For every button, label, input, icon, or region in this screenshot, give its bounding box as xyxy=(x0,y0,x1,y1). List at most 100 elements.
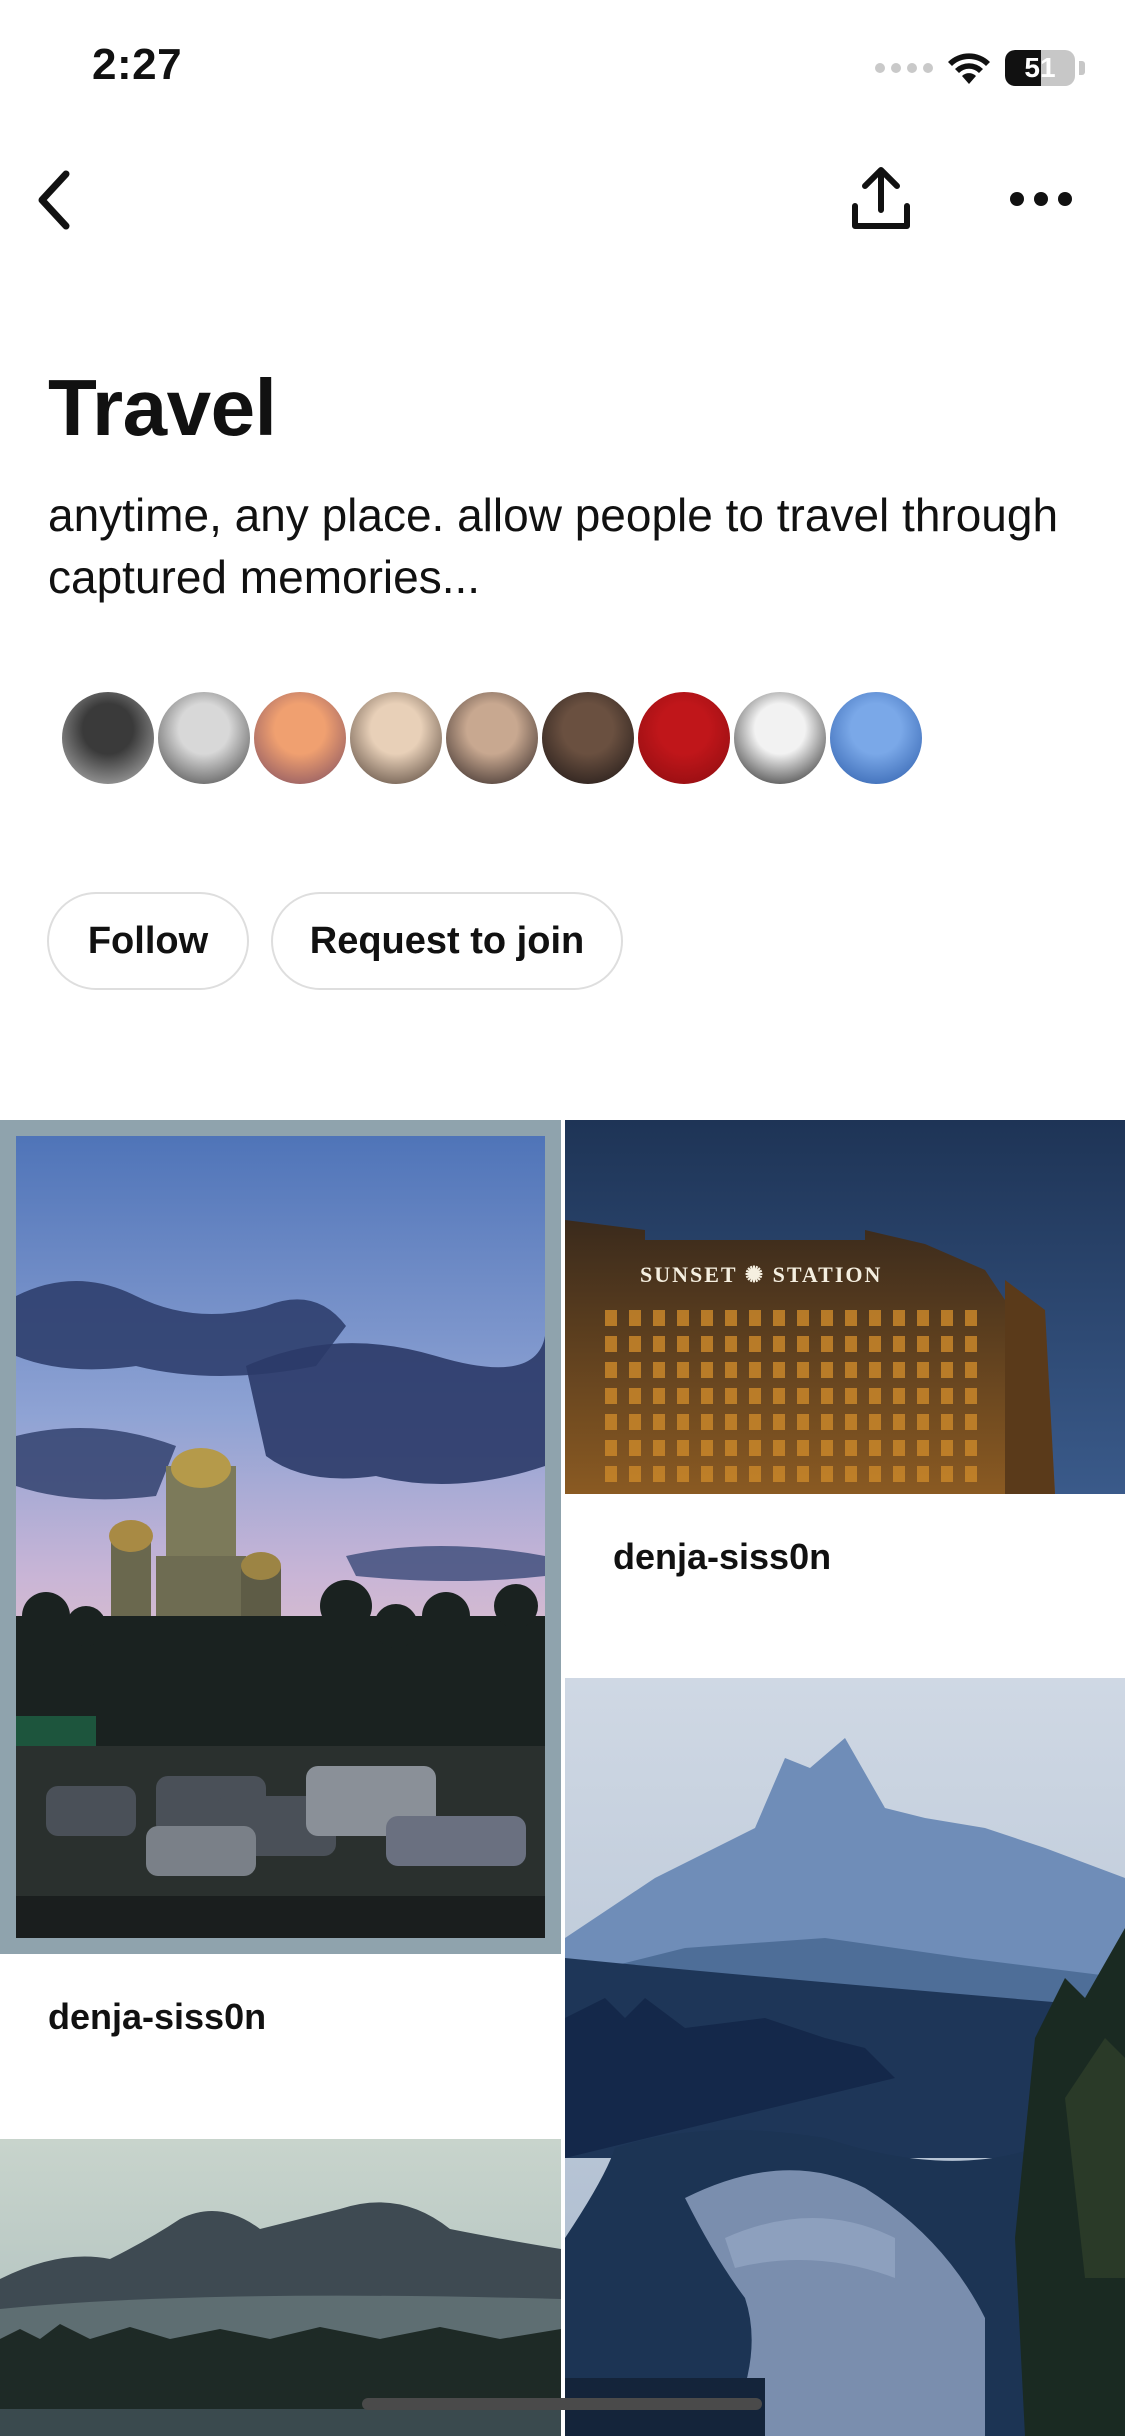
share-button[interactable] xyxy=(836,154,926,244)
more-options-button[interactable] xyxy=(996,154,1086,244)
hotel-window xyxy=(725,1336,737,1352)
hotel-window xyxy=(773,1440,785,1456)
avatar-2[interactable] xyxy=(154,688,254,788)
pin-image-1[interactable] xyxy=(16,1136,545,1938)
hotel-window xyxy=(941,1310,953,1326)
avatar-5[interactable] xyxy=(442,688,542,788)
hotel-window xyxy=(941,1362,953,1378)
collaborator-avatars[interactable] xyxy=(58,688,926,788)
pin-card-3[interactable] xyxy=(565,1678,1125,2436)
hotel-window xyxy=(605,1388,617,1404)
hotel-window xyxy=(821,1388,833,1404)
hotel-window xyxy=(653,1466,665,1482)
hotel-window xyxy=(773,1414,785,1430)
hotel-window xyxy=(773,1466,785,1482)
hotel-window xyxy=(869,1440,881,1456)
hotel-window xyxy=(677,1414,689,1430)
pin-card-2[interactable]: SUNSET ✺ STATION xyxy=(565,1120,1125,1494)
hotel-window xyxy=(605,1336,617,1352)
hotel-window xyxy=(677,1466,689,1482)
hotel-window xyxy=(653,1440,665,1456)
hotel-window xyxy=(629,1414,641,1430)
hotel-window xyxy=(869,1362,881,1378)
hotel-window xyxy=(677,1440,689,1456)
hotel-window xyxy=(893,1336,905,1352)
hotel-window xyxy=(821,1466,833,1482)
pin-image-2[interactable]: SUNSET ✺ STATION xyxy=(565,1120,1125,1494)
hotel-window xyxy=(893,1466,905,1482)
hotel-window xyxy=(773,1310,785,1326)
home-indicator[interactable] xyxy=(362,2398,762,2410)
hotel-window xyxy=(845,1440,857,1456)
hotel-window xyxy=(917,1466,929,1482)
pin-username-2[interactable]: denja-siss0n xyxy=(613,1536,831,1578)
hotel-window xyxy=(725,1310,737,1326)
hotel-window xyxy=(725,1414,737,1430)
hotel-window xyxy=(677,1336,689,1352)
status-icons: 51 xyxy=(875,46,1085,90)
hotel-window xyxy=(629,1388,641,1404)
hotel-window xyxy=(869,1414,881,1430)
hotel-window xyxy=(965,1388,977,1404)
hotel-window xyxy=(773,1362,785,1378)
avatar-1[interactable] xyxy=(58,688,158,788)
hotel-window xyxy=(893,1310,905,1326)
battery-tip xyxy=(1079,61,1085,75)
hotel-window xyxy=(701,1310,713,1326)
hotel-window xyxy=(941,1466,953,1482)
hotel-window xyxy=(749,1440,761,1456)
hotel-window xyxy=(965,1414,977,1430)
hotel-window xyxy=(845,1388,857,1404)
pin-image-4[interactable] xyxy=(0,2139,561,2436)
hotel-window xyxy=(629,1310,641,1326)
avatar-3[interactable] xyxy=(250,688,350,788)
hotel-window xyxy=(797,1440,809,1456)
request-to-join-button[interactable]: Request to join xyxy=(271,892,623,990)
ellipsis-icon xyxy=(1010,192,1072,206)
hotel-window xyxy=(845,1362,857,1378)
hotel-window xyxy=(845,1310,857,1326)
pin-card-4[interactable] xyxy=(0,2139,561,2436)
status-bar: 2:27 51 xyxy=(0,0,1125,140)
hotel-window xyxy=(797,1362,809,1378)
hotel-window xyxy=(725,1440,737,1456)
hotel-window xyxy=(965,1466,977,1482)
hotel-window xyxy=(725,1466,737,1482)
share-upload-icon xyxy=(852,167,910,229)
hotel-window xyxy=(725,1388,737,1404)
hotel-window xyxy=(965,1310,977,1326)
hotel-window xyxy=(749,1310,761,1326)
pin-image-3[interactable] xyxy=(565,1678,1125,2436)
hotel-window xyxy=(605,1362,617,1378)
wifi-icon xyxy=(948,53,990,84)
hotel-window xyxy=(749,1414,761,1430)
hotel-window xyxy=(917,1310,929,1326)
battery-icon: 51 xyxy=(1005,50,1075,86)
hotel-window xyxy=(845,1466,857,1482)
hotel-window xyxy=(821,1310,833,1326)
hotel-window xyxy=(605,1414,617,1430)
hotel-window xyxy=(869,1310,881,1326)
hotel-window xyxy=(749,1466,761,1482)
back-button[interactable] xyxy=(14,160,94,240)
hotel-window xyxy=(893,1414,905,1430)
hotel-window xyxy=(821,1362,833,1378)
hotel-window xyxy=(797,1336,809,1352)
avatar-9[interactable] xyxy=(826,688,926,788)
hotel-window xyxy=(965,1362,977,1378)
pin-card-1[interactable] xyxy=(0,1120,561,1954)
hotel-window xyxy=(701,1336,713,1352)
hotel-window xyxy=(653,1388,665,1404)
board-title: Travel xyxy=(48,363,277,452)
hotel-window xyxy=(965,1336,977,1352)
avatar-6[interactable] xyxy=(538,688,638,788)
hotel-window xyxy=(701,1414,713,1430)
avatar-7[interactable] xyxy=(634,688,734,788)
avatar-8[interactable] xyxy=(730,688,830,788)
hotel-window xyxy=(629,1336,641,1352)
hotel-window xyxy=(749,1336,761,1352)
hotel-window xyxy=(917,1388,929,1404)
avatar-4[interactable] xyxy=(346,688,446,788)
pin-username-1[interactable]: denja-siss0n xyxy=(48,1996,266,2038)
follow-button[interactable]: Follow xyxy=(47,892,249,990)
